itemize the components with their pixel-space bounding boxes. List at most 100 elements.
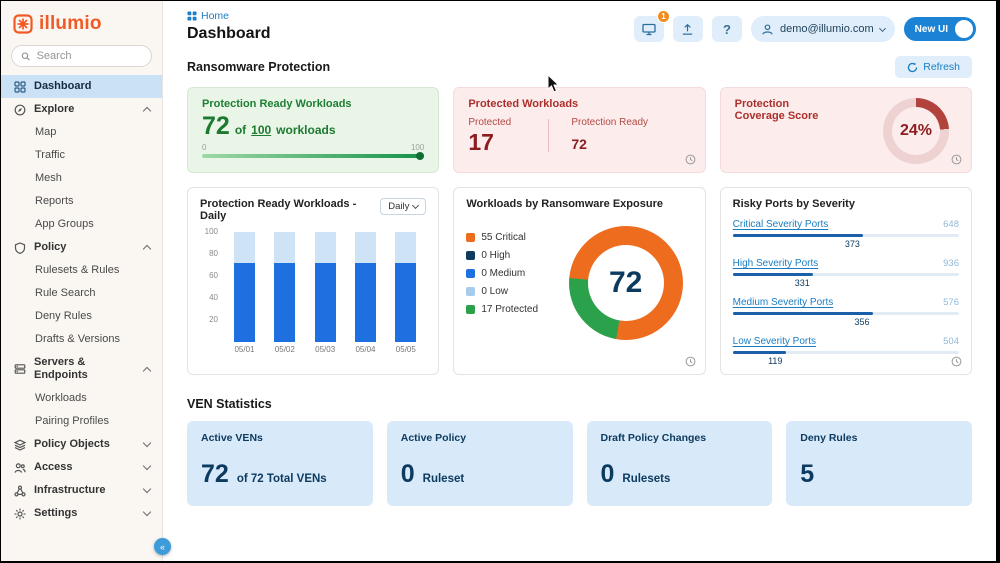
whats-new-button[interactable]: 1 [633,10,670,42]
ready-total-link[interactable]: 100 [251,123,271,137]
sidebar-item-rulesets-rules[interactable]: Rulesets & Rules [1,259,162,282]
new-ui-label: New UI [914,23,948,35]
clock-icon [951,356,962,367]
port-value: 331 [794,278,810,288]
logo-wordmark: illumio [39,13,102,34]
sidebar-item-settings[interactable]: Settings [1,502,162,525]
illumio-logo: illumio [1,1,162,43]
sidebar-item-label: Dashboard [34,80,92,92]
protection-ready-count: 72 [571,136,587,152]
sidebar-item-map[interactable]: Map [1,121,162,144]
sidebar-item-app-groups[interactable]: App Groups [1,213,162,236]
bar [314,232,336,342]
sidebar-item-traffic[interactable]: Traffic [1,144,162,167]
protection-coverage-card: Protection Coverage Score 24% [719,87,972,173]
risky-ports-card: Risky Ports by Severity Critical Severit… [719,187,972,375]
port-value: 356 [854,317,870,327]
sidebar-item-infrastructure[interactable]: Infrastructure [1,479,162,502]
x-axis-labels: 05/01 05/02 05/03 05/04 05/05 [234,345,416,354]
sidebar-item-label: Policy [34,241,67,253]
port-row-low: Low Severity Ports 504 119 [732,336,959,366]
search-icon [21,51,30,61]
refresh-button[interactable]: Refresh [895,56,972,78]
clock-icon [951,154,962,165]
range-selector[interactable]: Daily [380,198,427,215]
sidebar-item-workloads[interactable]: Workloads [1,387,162,410]
export-button[interactable] [672,16,703,42]
ready-progress-bar [202,152,425,160]
new-ui-toggle[interactable]: New UI [903,17,976,41]
upload-icon [683,23,693,35]
port-link[interactable]: Medium Severity Ports [733,297,834,308]
port-value: 119 [768,356,783,366]
illumio-logo-icon [13,14,33,34]
legend-item: 0 High [466,250,538,261]
sidebar-item-label: Policy Objects [34,438,110,450]
chart-title: Workloads by Ransomware Exposure [466,198,663,210]
legend-item: 55 Critical [466,232,538,243]
card-title: Protection Coverage Score [734,98,819,122]
search-input[interactable] [36,50,142,62]
chart-title: Risky Ports by Severity [732,198,855,210]
port-bar [732,273,959,276]
sidebar-item-drafts-versions[interactable]: Drafts & Versions [1,328,162,351]
exposure-donut: 72 [568,226,683,340]
breadcrumb-home-label: Home [201,10,230,22]
explore-compass-icon [13,104,26,116]
port-total: 936 [943,258,959,269]
legend-item: 0 Low [466,286,538,297]
port-row-high: High Severity Ports 936 331 [732,258,959,288]
port-value: 373 [844,239,860,249]
scale-min: 0 [202,143,207,152]
port-link[interactable]: Low Severity Ports [733,336,816,347]
sidebar-item-label: Infrastructure [34,484,106,496]
active-policy-card: Active Policy 0 Ruleset [386,421,573,506]
active-vens-card: Active VENs 72 of 72 Total VENs [187,421,373,506]
sidebar-item-label: Explore [34,103,75,115]
home-icon [187,11,197,21]
people-icon [13,462,26,474]
dashboard-grid-icon [13,80,26,93]
chevron-down-icon [142,461,152,471]
card-title: Protected Workloads [468,98,579,110]
chevron-up-icon [142,244,152,254]
user-menu[interactable]: demo@illumio.com [750,16,895,42]
sidebar-nav: Dashboard Explore Map Traffic Mesh Repor… [1,75,162,561]
sidebar: illumio Dashboard Explore Map Traffic Me… [1,1,163,561]
port-link[interactable]: High Severity Ports [733,258,819,269]
user-icon [762,23,773,35]
sidebar-item-dashboard[interactable]: Dashboard [1,75,162,98]
sidebar-item-servers-endpoints[interactable]: Servers & Endpoints [1,351,162,387]
legend-swatch [466,305,476,314]
clock-icon [685,154,696,165]
sidebar-item-reports[interactable]: Reports [1,190,162,213]
help-button[interactable]: ? [711,16,742,42]
sidebar-item-access[interactable]: Access [1,456,162,479]
sidebar-item-mesh[interactable]: Mesh [1,167,162,190]
port-row-medium: Medium Severity Ports 576 356 [732,297,959,327]
sidebar-item-pairing-profiles[interactable]: Pairing Profiles [1,410,162,433]
sidebar-item-rule-search[interactable]: Rule Search [1,282,162,305]
sidebar-item-deny-rules[interactable]: Deny Rules [1,305,162,328]
chart-legend: 55 Critical 0 High 0 Medium 0 Low 17 Pro… [466,232,538,340]
sidebar-collapse-button[interactable]: « [154,538,171,555]
donut-center-value: 72 [608,266,643,299]
ven-value: 0 [400,460,415,488]
port-link[interactable]: Critical Severity Ports [733,219,829,230]
notification-badge: 1 [656,10,670,23]
port-total: 504 [943,336,959,347]
ven-value: 0 [600,460,615,488]
sidebar-item-policy-objects[interactable]: Policy Objects [1,433,162,456]
toggle-knob [955,20,973,38]
ready-value: 72 [202,112,230,140]
bar [354,232,376,342]
legend-item: 17 Protected [466,304,538,315]
sidebar-item-explore[interactable]: Explore [1,98,162,121]
progress-marker [416,152,425,160]
protected-workloads-card: Protected Workloads Protected 17 Protect… [453,87,706,173]
daily-bar-chart: 20 40 60 80 100 [200,227,426,342]
port-bar [732,234,959,237]
chevron-down-icon [878,24,886,32]
sidebar-item-policy[interactable]: Policy [1,236,162,259]
announcement-monitor-icon [642,23,656,35]
